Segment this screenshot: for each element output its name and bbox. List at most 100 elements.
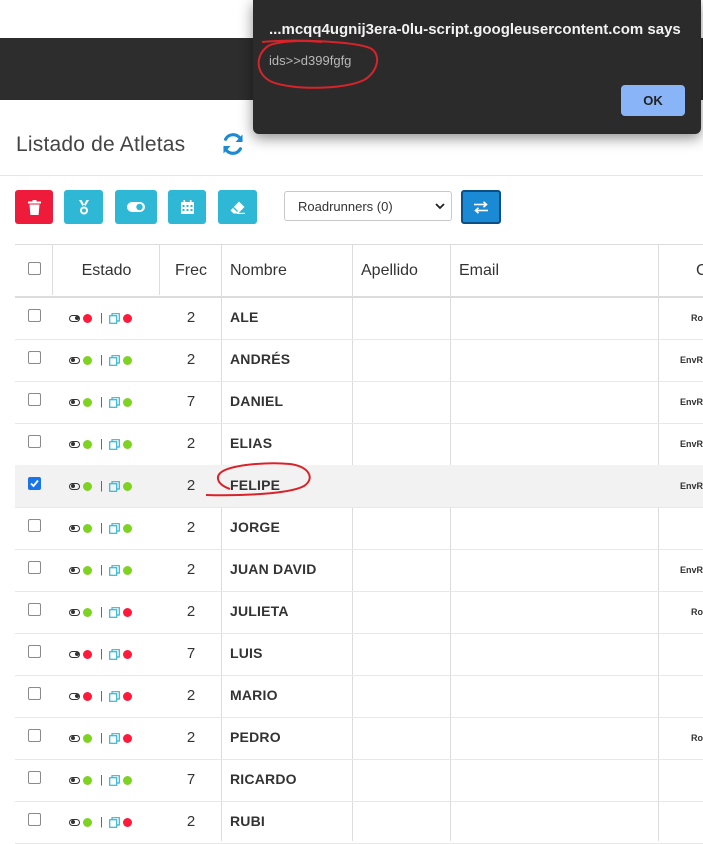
table-row[interactable]: | 2 ALE Ro xyxy=(15,297,703,340)
copy-icon[interactable] xyxy=(108,564,120,576)
copy-icon[interactable] xyxy=(108,480,120,492)
toggle-on-icon[interactable] xyxy=(69,440,80,448)
status-separator: | xyxy=(100,312,103,324)
toggle-off-icon[interactable] xyxy=(69,314,80,322)
toggle-on-icon[interactable] xyxy=(69,482,80,490)
row-checkbox[interactable] xyxy=(28,729,41,742)
table-row[interactable]: | 2 JULIETA Ro xyxy=(15,591,703,634)
status-cell[interactable]: | xyxy=(69,606,132,618)
copy-icon[interactable] xyxy=(108,816,120,828)
row-checkbox[interactable] xyxy=(28,645,41,658)
status-cell[interactable]: | xyxy=(69,396,132,408)
toggle-on-icon[interactable] xyxy=(69,356,80,364)
toggle-off-icon[interactable] xyxy=(69,650,80,658)
status-cell[interactable]: | xyxy=(69,732,132,744)
status-cell[interactable]: | xyxy=(69,648,132,660)
toggle-on-icon[interactable] xyxy=(69,524,80,532)
status-cell[interactable]: | xyxy=(69,774,132,786)
toggle-on-icon[interactable] xyxy=(69,734,80,742)
toggle-on-icon[interactable] xyxy=(69,566,80,574)
table-row[interactable]: | 7 DANIEL EnvR xyxy=(15,381,703,424)
group-select[interactable]: Roadrunners (0) xyxy=(284,191,452,221)
status-separator: | xyxy=(100,774,103,786)
medal-button[interactable] xyxy=(64,190,103,224)
row-checkbox[interactable] xyxy=(28,687,41,700)
status-cell[interactable]: | xyxy=(69,564,132,576)
refresh-icon[interactable] xyxy=(221,132,245,156)
freq-cell: 2 xyxy=(186,729,196,746)
status-dot xyxy=(83,607,92,617)
status-cell[interactable]: | xyxy=(69,816,132,828)
copy-icon[interactable] xyxy=(108,396,120,408)
status-cell[interactable]: | xyxy=(69,522,132,534)
freq-cell: 2 xyxy=(186,309,196,326)
toggle-button[interactable] xyxy=(115,190,157,224)
table-row[interactable]: | 2 ELIAS EnvR xyxy=(15,423,703,466)
transfer-button[interactable] xyxy=(461,190,501,224)
copy-icon[interactable] xyxy=(108,606,120,618)
status-cell[interactable]: | xyxy=(69,354,132,366)
table-row[interactable]: | 2 JUAN DAVID EnvR xyxy=(15,549,703,592)
table-row[interactable]: | 7 LUIS xyxy=(15,633,703,676)
copy-icon[interactable] xyxy=(108,690,120,702)
name-cell: DANIEL xyxy=(230,393,284,409)
status-dot xyxy=(83,649,92,659)
table-row[interactable]: | 7 RICARDO xyxy=(15,759,703,802)
table-row[interactable]: | 2 PEDRO Ro xyxy=(15,717,703,760)
eraser-button[interactable] xyxy=(218,190,257,224)
table-row[interactable]: | 2 RUBI xyxy=(15,801,703,844)
copy-icon[interactable] xyxy=(108,732,120,744)
status-dot xyxy=(122,607,132,617)
row-checkbox[interactable] xyxy=(28,561,41,574)
copy-icon[interactable] xyxy=(108,354,120,366)
table-row[interactable]: | 2 JORGE xyxy=(15,507,703,550)
row-checkbox[interactable] xyxy=(28,435,41,448)
header-estado[interactable]: Estado xyxy=(53,245,160,296)
table-row[interactable]: | 2 MARIO xyxy=(15,675,703,718)
status-dot xyxy=(122,817,132,827)
status-cell[interactable]: | xyxy=(69,690,132,702)
row-checkbox[interactable] xyxy=(28,519,41,532)
status-cell[interactable]: | xyxy=(69,480,132,492)
toggle-on-icon[interactable] xyxy=(69,608,80,616)
status-separator: | xyxy=(100,606,103,618)
header-frec[interactable]: Frec xyxy=(161,245,221,296)
select-all-checkbox[interactable] xyxy=(28,262,41,275)
row-checkbox[interactable] xyxy=(28,309,41,322)
toggle-on-icon[interactable] xyxy=(69,776,80,784)
header-apellido[interactable]: Apellido xyxy=(361,245,457,296)
status-dot xyxy=(122,313,132,323)
row-checkbox[interactable] xyxy=(28,351,41,364)
cut-column-cell: Ro xyxy=(691,607,703,617)
delete-button[interactable] xyxy=(15,190,53,224)
freq-cell: 2 xyxy=(186,687,196,704)
copy-icon[interactable] xyxy=(108,522,120,534)
calendar-button[interactable] xyxy=(168,190,206,224)
status-dot xyxy=(83,313,92,323)
name-cell: JUAN DAVID xyxy=(230,561,317,577)
row-checkbox[interactable] xyxy=(28,771,41,784)
row-checkbox[interactable] xyxy=(28,393,41,406)
toggle-on-icon[interactable] xyxy=(69,398,80,406)
freq-cell: 7 xyxy=(186,771,196,788)
toggle-on-icon[interactable] xyxy=(69,818,80,826)
table-row[interactable]: | 2 ANDRÉS EnvR xyxy=(15,339,703,382)
row-checkbox[interactable] xyxy=(28,477,41,490)
status-separator: | xyxy=(100,648,103,660)
table-row[interactable]: | 2 FELIPE EnvR xyxy=(15,465,703,508)
toggle-off-icon[interactable] xyxy=(69,692,80,700)
copy-icon[interactable] xyxy=(108,438,120,450)
header-cut-column[interactable]: C xyxy=(696,245,703,296)
status-dot xyxy=(122,775,132,785)
ok-button[interactable]: OK xyxy=(621,85,685,116)
status-cell[interactable]: | xyxy=(69,312,132,324)
row-checkbox[interactable] xyxy=(28,603,41,616)
header-email[interactable]: Email xyxy=(459,245,609,296)
copy-icon[interactable] xyxy=(108,312,120,324)
copy-icon[interactable] xyxy=(108,774,120,786)
copy-icon[interactable] xyxy=(108,648,120,660)
status-dot xyxy=(83,439,92,449)
status-cell[interactable]: | xyxy=(69,438,132,450)
header-nombre[interactable]: Nombre xyxy=(230,245,350,296)
row-checkbox[interactable] xyxy=(28,813,41,826)
